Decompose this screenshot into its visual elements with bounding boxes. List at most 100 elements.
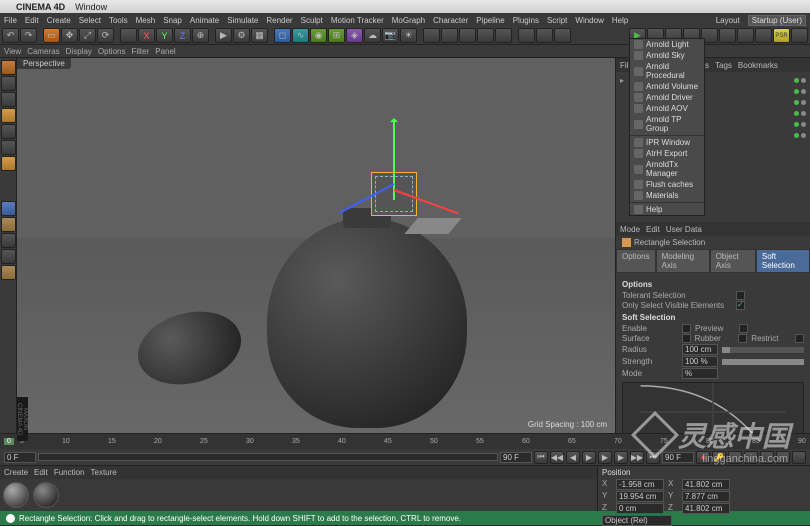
mi-arnold-driver[interactable]: Arnold Driver <box>630 92 704 103</box>
chk-rubber[interactable] <box>738 334 747 343</box>
key-param[interactable] <box>776 451 790 464</box>
timeline-range[interactable] <box>38 453 498 461</box>
slider-strength[interactable] <box>722 359 804 365</box>
camera-tool[interactable]: 📷 <box>382 28 399 43</box>
menu-render[interactable]: Render <box>266 16 292 25</box>
falloff-curve[interactable] <box>622 382 804 433</box>
tool-o[interactable] <box>737 28 754 43</box>
viewport[interactable]: Perspective Grid Spacing : 100 cm <box>17 58 615 433</box>
layout-select[interactable]: Startup (User) <box>748 15 806 26</box>
menu-plugins[interactable]: Plugins <box>513 16 539 25</box>
edge-mode[interactable] <box>1 92 16 107</box>
attr-userdata[interactable]: User Data <box>666 225 702 234</box>
field-radius[interactable]: 100 cm <box>682 344 718 355</box>
coord-sys[interactable]: ⊕ <box>192 28 209 43</box>
mi-ipr-window[interactable]: IPR Window <box>630 137 704 148</box>
object-mode[interactable] <box>1 156 16 171</box>
play-forward[interactable]: ▶ <box>598 451 612 464</box>
attr-edit[interactable]: Edit <box>646 225 660 234</box>
tool-h[interactable] <box>536 28 553 43</box>
vp-options[interactable]: Options <box>98 47 126 56</box>
key-pos[interactable] <box>728 451 742 464</box>
vp-cameras[interactable]: Cameras <box>27 47 59 56</box>
key-pla[interactable] <box>792 451 806 464</box>
tool-e[interactable] <box>477 28 494 43</box>
vp-view[interactable]: View <box>4 47 21 56</box>
menu-simulate[interactable]: Simulate <box>227 16 258 25</box>
menu-edit[interactable]: Edit <box>25 16 39 25</box>
render-settings[interactable]: ⚙ <box>233 28 250 43</box>
mode-extra[interactable] <box>1 265 16 280</box>
chk-onlyvis[interactable] <box>736 301 745 310</box>
rotate-tool[interactable]: ⟳ <box>97 28 114 43</box>
axis-z-toggle[interactable]: Z <box>174 28 191 43</box>
mat-create[interactable]: Create <box>4 468 28 477</box>
menu-help[interactable]: Help <box>612 16 628 25</box>
tool-f[interactable] <box>495 28 512 43</box>
workplane[interactable] <box>1 217 16 232</box>
array-tool[interactable]: ⊞ <box>328 28 345 43</box>
environment-tool[interactable]: ☁ <box>364 28 381 43</box>
mi-atrh-export[interactable]: AtrH Export <box>630 148 704 159</box>
model-mode[interactable] <box>1 60 16 75</box>
menu-mograph[interactable]: MoGraph <box>392 16 425 25</box>
scale-tool[interactable]: ⤢ <box>79 28 96 43</box>
app-name[interactable]: CINEMA 4D <box>16 2 65 12</box>
tool-p[interactable] <box>755 28 772 43</box>
tool-n[interactable] <box>719 28 736 43</box>
chk-surface[interactable] <box>682 334 691 343</box>
menu-select[interactable]: Select <box>79 16 101 25</box>
mi-arnold-sky[interactable]: Arnold Sky <box>630 50 704 61</box>
menu-motion-tracker[interactable]: Motion Tracker <box>331 16 384 25</box>
mi-arnold-aov[interactable]: Arnold AOV <box>630 103 704 114</box>
menu-character[interactable]: Character <box>433 16 468 25</box>
menu-script[interactable]: Script <box>547 16 567 25</box>
om-tags[interactable]: Tags <box>715 61 732 70</box>
key-rot[interactable] <box>760 451 774 464</box>
vp-filter[interactable]: Filter <box>131 47 149 56</box>
autokey[interactable]: 🔑 <box>712 451 726 464</box>
frame-total[interactable]: 90 F <box>662 452 694 463</box>
tool-q[interactable] <box>791 28 808 43</box>
tab-modeling-axis[interactable]: Modeling Axis <box>656 249 710 273</box>
tool-a[interactable] <box>120 28 137 43</box>
field-sy[interactable]: 7.877 cm <box>682 491 730 502</box>
arnold-context-menu[interactable]: Arnold Light Arnold Sky Arnold Procedura… <box>629 38 705 216</box>
record-key[interactable]: ● <box>696 451 710 464</box>
axis-mode[interactable] <box>1 140 16 155</box>
move-tool[interactable]: ✥ <box>61 28 78 43</box>
next-frame[interactable]: ▶ <box>614 451 628 464</box>
mat-edit[interactable]: Edit <box>34 468 48 477</box>
goto-start[interactable]: ⏮ <box>534 451 548 464</box>
material-ball[interactable] <box>33 482 59 508</box>
mat-function[interactable]: Function <box>54 468 85 477</box>
next-key[interactable]: ▶▶ <box>630 451 644 464</box>
field-y[interactable]: 19.954 cm <box>616 491 664 502</box>
psr-toggle[interactable]: PSR <box>773 28 790 43</box>
tool-g[interactable] <box>518 28 535 43</box>
play-back[interactable]: ▶ <box>582 451 596 464</box>
prev-key[interactable]: ◀◀ <box>550 451 564 464</box>
playhead[interactable]: 0 <box>4 438 14 445</box>
chk-preview[interactable] <box>739 324 748 333</box>
field-mode[interactable]: % <box>682 368 718 379</box>
planar-workplane[interactable] <box>1 249 16 264</box>
vp-display[interactable]: Display <box>66 47 92 56</box>
mi-arnold-light[interactable]: Arnold Light <box>630 39 704 50</box>
mi-tx-manager[interactable]: ArnoldTx Manager <box>630 159 704 179</box>
mi-help[interactable]: Help <box>630 204 704 215</box>
redo-button[interactable]: ↷ <box>20 28 37 43</box>
material-ball[interactable] <box>3 482 29 508</box>
viewport-tab[interactable]: Perspective <box>17 58 71 69</box>
tool-b[interactable] <box>423 28 440 43</box>
timeline-ruler[interactable]: 0 51015202530354045505560657075808590 <box>0 433 810 449</box>
mi-arnold-volume[interactable]: Arnold Volume <box>630 81 704 92</box>
tab-soft-selection[interactable]: Soft Selection <box>756 249 810 273</box>
axis-x-toggle[interactable]: X <box>138 28 155 43</box>
menu-file[interactable]: File <box>4 16 17 25</box>
deformer-tool[interactable]: ◈ <box>346 28 363 43</box>
menu-animate[interactable]: Animate <box>190 16 219 25</box>
cube-primitive[interactable]: ◻ <box>274 28 291 43</box>
frame-end[interactable]: 90 F <box>500 452 532 463</box>
nurbs-tool[interactable]: ◉ <box>310 28 327 43</box>
